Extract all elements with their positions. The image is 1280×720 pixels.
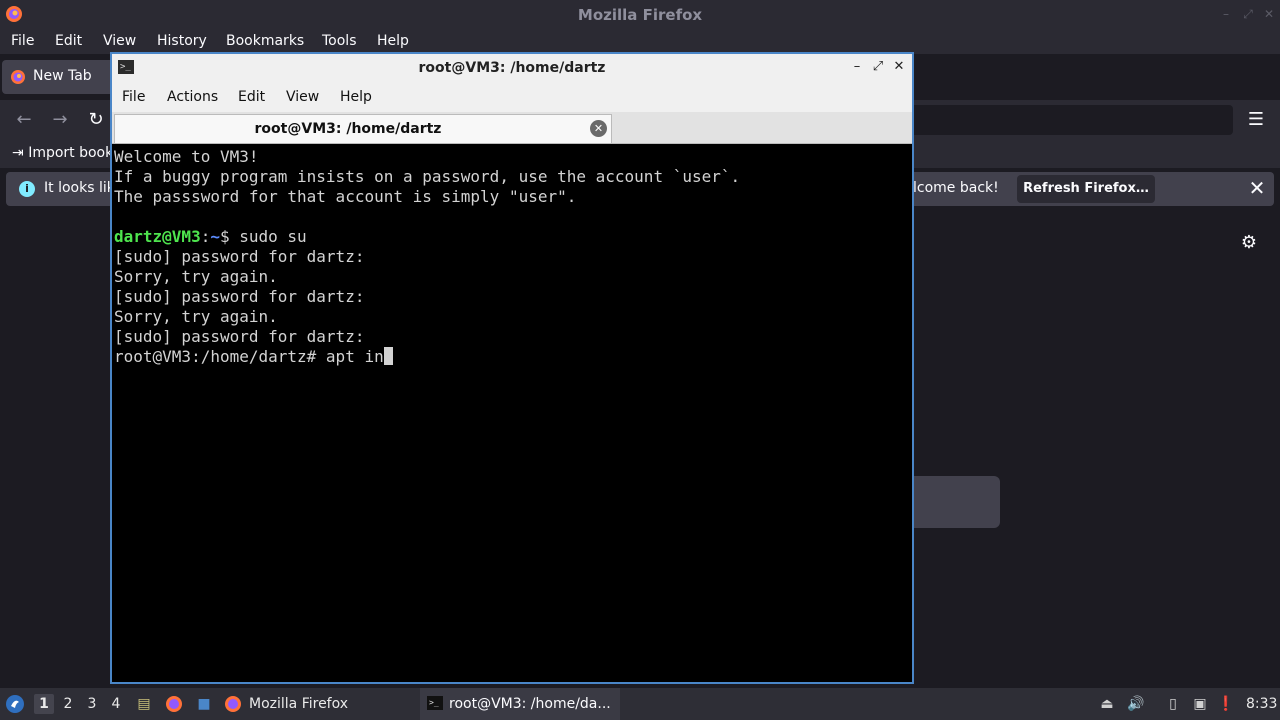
term-menu-file[interactable]: File	[122, 89, 145, 105]
output-line: [sudo] password for dartz:	[114, 287, 365, 306]
output-line: Welcome to VM3!	[114, 147, 259, 166]
firefox-launcher-icon[interactable]	[165, 695, 183, 713]
updates-icon[interactable]: ⏏	[1098, 695, 1116, 713]
output-line: [sudo] password for dartz:	[114, 247, 365, 266]
term-menu-view[interactable]: View	[286, 89, 319, 105]
output-line: Sorry, try again.	[114, 267, 278, 286]
forward-icon[interactable]: →	[48, 108, 72, 132]
terminal-menubar: File Actions Edit View Help	[112, 82, 912, 112]
firefox-titlebar: Mozilla Firefox – ⤢ ✕	[0, 0, 1280, 29]
tab-label: New Tab	[33, 68, 92, 84]
clipboard-icon[interactable]: ▯	[1164, 695, 1182, 713]
network-icon[interactable]: ▣	[1191, 695, 1209, 713]
desktop-icon[interactable]: ■	[195, 695, 213, 713]
root-prompt-text: root@VM3:/home/dartz# apt in	[114, 347, 384, 366]
workspace-3[interactable]: 3	[82, 694, 102, 714]
menu-help[interactable]: Help	[377, 33, 409, 49]
output-line: If a buggy program insists on a password…	[114, 167, 741, 186]
close-icon[interactable]: ✕	[890, 58, 908, 76]
start-menu-icon[interactable]	[5, 694, 25, 714]
notice-message: It looks lik	[44, 180, 115, 196]
menu-tools[interactable]: Tools	[322, 33, 357, 49]
menu-view[interactable]: View	[103, 33, 136, 49]
taskbar: 1 2 3 4 ▤ ■ Mozilla Firefox >_ root@VM3:…	[0, 688, 1280, 720]
menu-bookmarks[interactable]: Bookmarks	[226, 33, 304, 49]
output-line: The passsword for that account is simply…	[114, 187, 577, 206]
menu-file[interactable]: File	[11, 33, 34, 49]
workspace-2[interactable]: 2	[58, 694, 78, 714]
task-terminal[interactable]: >_ root@VM3: /home/da...	[420, 688, 620, 720]
maximize-icon[interactable]: ⤢	[1241, 7, 1255, 21]
settings-gear-icon[interactable]: ⚙	[1239, 233, 1259, 253]
task-terminal-label: root@VM3: /home/da...	[449, 696, 611, 712]
menu-edit[interactable]: Edit	[55, 33, 82, 49]
term-menu-actions[interactable]: Actions	[167, 89, 218, 105]
prompt-sep: :	[200, 227, 211, 246]
import-bookmarks-button[interactable]: ⇥ Import book	[12, 145, 113, 161]
output-line: Sorry, try again.	[114, 307, 278, 326]
close-tab-icon[interactable]: ✕	[590, 120, 607, 137]
firefox-menubar: File Edit View History Bookmarks Tools H…	[0, 29, 1280, 54]
terminal-titlebar: >_ root@VM3: /home/dartz – ⤢ ✕	[112, 54, 912, 82]
hamburger-menu-icon[interactable]: ☰	[1244, 108, 1268, 132]
firefox-tab-icon	[11, 70, 25, 84]
workspace-1[interactable]: 1	[34, 694, 54, 714]
clock[interactable]: 8:33	[1246, 688, 1277, 720]
minimize-icon[interactable]: –	[1219, 7, 1233, 21]
minimize-icon[interactable]: –	[848, 58, 866, 76]
notification-icon[interactable]: ❗	[1217, 695, 1235, 713]
file-manager-icon[interactable]: ▤	[135, 695, 153, 713]
notice-message-right: lcome back!	[913, 180, 999, 196]
output-line: [sudo] password for dartz:	[114, 327, 365, 346]
url-bar[interactable]	[900, 105, 1233, 135]
import-bookmarks-label: Import book	[28, 145, 114, 161]
close-icon[interactable]: ✕	[1262, 7, 1276, 21]
menu-history[interactable]: History	[157, 33, 207, 49]
refresh-firefox-button[interactable]: Refresh Firefox…	[1017, 175, 1155, 203]
terminal-task-icon: >_	[427, 696, 443, 710]
root-prompt-line: root@VM3:/home/dartz# apt in	[114, 347, 910, 367]
terminal-window: >_ root@VM3: /home/dartz – ⤢ ✕ File Acti…	[110, 52, 914, 684]
prompt-line: dartz@VM3:~$ sudo su	[114, 227, 910, 247]
back-icon[interactable]: ←	[12, 108, 36, 132]
terminal-tabbar: root@VM3: /home/dartz ✕	[112, 112, 912, 144]
prompt-path: ~	[210, 227, 220, 246]
term-menu-help[interactable]: Help	[340, 89, 372, 105]
prompt-command: $ sudo su	[219, 227, 307, 246]
term-menu-edit[interactable]: Edit	[238, 89, 265, 105]
newtab-search-box[interactable]	[900, 476, 1000, 528]
task-firefox-label: Mozilla Firefox	[249, 696, 349, 712]
close-notice-icon[interactable]: ✕	[1246, 177, 1268, 199]
text-cursor	[383, 347, 393, 365]
terminal-window-title: root@VM3: /home/dartz	[418, 60, 606, 76]
terminal-tab-label: root@VM3: /home/dartz	[254, 121, 442, 137]
reload-icon[interactable]: ↻	[84, 108, 108, 132]
firefox-task-icon	[225, 696, 241, 712]
firefox-window-title: Mozilla Firefox	[577, 6, 703, 24]
prompt-user: dartz@VM3	[114, 227, 201, 246]
info-icon: i	[19, 181, 35, 197]
volume-icon[interactable]: 🔊	[1127, 695, 1145, 713]
workspace-4[interactable]: 4	[106, 694, 126, 714]
maximize-icon[interactable]: ⤢	[869, 58, 887, 76]
terminal-tab[interactable]: root@VM3: /home/dartz ✕	[114, 114, 612, 143]
terminal-output[interactable]: Welcome to VM3! If a buggy program insis…	[114, 146, 910, 682]
